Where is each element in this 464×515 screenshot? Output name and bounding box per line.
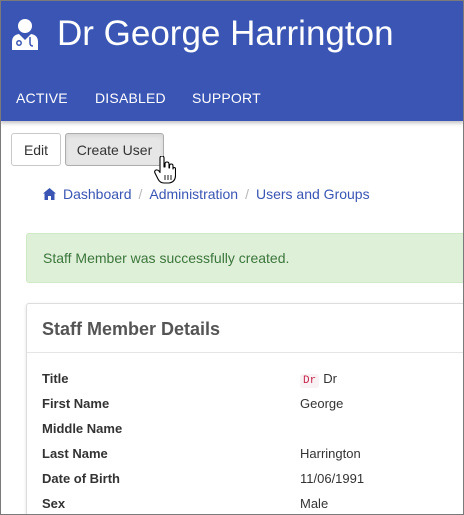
panel-divider [27,352,464,353]
breadcrumb-dashboard[interactable]: Dashboard [63,186,132,202]
hand-pointer-cursor [154,156,176,184]
detail-label: Title [42,371,69,386]
detail-row-sex: Sex Male [42,496,462,515]
breadcrumb-separator: / [245,186,249,202]
detail-row-first-name: First Name George [42,396,462,416]
nav-active[interactable]: ACTIVE [16,90,68,106]
detail-row-middle-name: Middle Name [42,421,462,441]
detail-label: First Name [42,396,110,411]
detail-row-last-name: Last Name Harrington [42,446,462,466]
top-nav: ACTIVE DISABLED SUPPORT [0,78,464,120]
detail-value: Harrington [300,446,361,461]
breadcrumb-administration[interactable]: Administration [149,186,238,202]
nav-support[interactable]: SUPPORT [192,90,261,106]
doctor-icon [12,19,38,50]
success-alert: Staff Member was successfully created. [26,233,464,283]
edit-button[interactable]: Edit [11,133,61,166]
detail-value: George [300,396,344,411]
panel-title: Staff Member Details [42,319,221,339]
detail-value: 11/06/1991 [300,471,365,486]
nav-disabled[interactable]: DISABLED [95,90,166,106]
detail-label: Date of Birth [42,471,120,486]
alert-message: Staff Member was successfully created. [43,250,290,266]
detail-value: Dr Dr [300,371,337,388]
page-title: Dr George Harrington [57,14,394,53]
app-header: Dr George Harrington ACTIVE DISABLED SUP… [0,0,464,121]
detail-label: Last Name [42,446,108,461]
staff-details-panel: Staff Member Details Title Dr Dr First Na… [26,303,464,515]
breadcrumb: Dashboard / Administration / Users and G… [43,186,370,202]
breadcrumb-users-and-groups[interactable]: Users and Groups [256,186,370,202]
detail-label: Sex [42,496,66,511]
create-user-button[interactable]: Create User [65,133,164,166]
breadcrumb-separator: / [138,186,143,202]
title-code-badge: Dr [300,374,320,388]
detail-label: Middle Name [42,421,123,436]
detail-row-title: Title Dr Dr [42,371,462,391]
home-icon [43,188,56,200]
detail-value: Male [300,496,329,511]
detail-row-date-of-birth: Date of Birth 11/06/1991 [42,471,462,491]
